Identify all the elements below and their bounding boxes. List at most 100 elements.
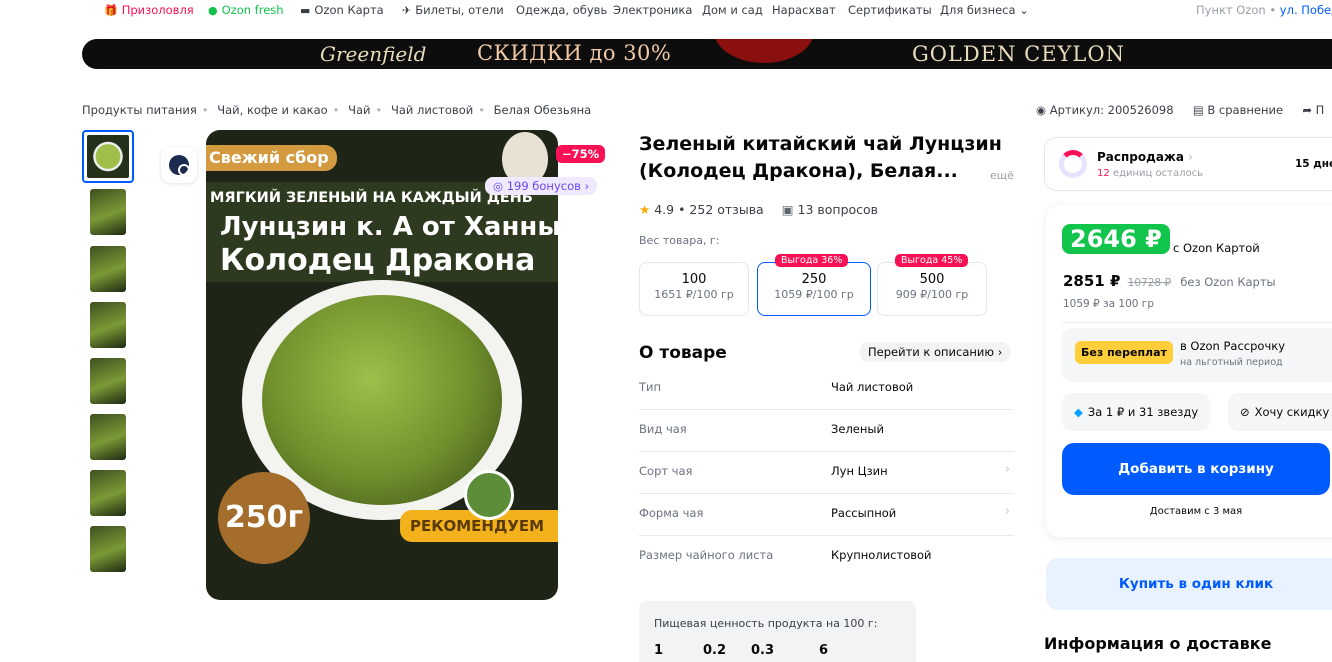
questions-link[interactable]: 13 вопросов — [798, 202, 879, 217]
rating-row: ★ 4.9 • 252 отзыва ▣ 13 вопросов — [639, 202, 878, 217]
nutrition-value: 0.2 — [703, 643, 727, 658]
gallery-thumbnail[interactable] — [90, 189, 126, 235]
want-discount-chip[interactable]: ⊘ Хочу скидку — [1228, 393, 1332, 431]
weight-option-250[interactable]: Выгода 36% 250 1059 ₽/100 гр — [757, 254, 871, 316]
nav-item-bestsellers[interactable]: Нарасхват — [772, 3, 836, 17]
gallery-thumbnail[interactable] — [90, 526, 126, 572]
nutrition-value: 0.3 — [751, 643, 775, 658]
divider — [1062, 322, 1332, 323]
banner-sale: СКИДКИ до 30% — [477, 41, 672, 65]
compare-button[interactable]: В сравнение — [1207, 103, 1283, 117]
breadcrumb-item[interactable]: Чай — [348, 103, 370, 117]
weight-option-500[interactable]: Выгода 45% 500 909 ₽/100 гр — [877, 254, 987, 316]
old-price: 10728 ₽ — [1127, 277, 1172, 289]
apple-icon: ● — [208, 4, 218, 17]
share-button[interactable]: П — [1316, 103, 1325, 117]
nav-item-promo[interactable]: 🎁 Призоловля — [104, 3, 194, 17]
price-per-100g: 1059 ₽ за 100 гр — [1063, 298, 1154, 310]
breadcrumb: Продукты питания • Чай, кофе и какао • Чай… — [82, 103, 592, 117]
gallery-thumbnail[interactable] — [90, 414, 126, 460]
go-to-description-button[interactable]: Перейти к описанию › — [860, 342, 1011, 362]
gallery-thumbnail[interactable] — [90, 246, 126, 292]
star-icon: ★ — [639, 202, 651, 217]
spec-row[interactable]: Форма чая Рассыпной › — [639, 494, 1014, 536]
banner-brand: Greenfield — [320, 42, 427, 66]
price-with-card: 2646 ₽ — [1062, 224, 1170, 254]
image-caption-line2: Лунцзин к. А от Ханны — [220, 212, 558, 242]
chevron-right-icon: › — [584, 179, 590, 193]
weight-option-100[interactable]: 100 1651 ₽/100 гр — [639, 262, 749, 316]
sale-stock: 12 единиц осталось — [1097, 168, 1203, 179]
sale-progress-icon — [1059, 150, 1087, 178]
gallery-thumbnail[interactable] — [90, 302, 126, 348]
copy-icon[interactable]: ◉ — [1036, 103, 1046, 117]
gallery-thumbnail[interactable] — [90, 470, 126, 516]
gallery-thumbnail[interactable] — [90, 358, 126, 404]
weight-discount-badge: Выгода 36% — [775, 254, 849, 267]
add-to-cart-button[interactable]: Добавить в корзину — [1062, 443, 1330, 495]
sale-days: 15 дней — [1295, 158, 1332, 170]
nav-item-home-garden[interactable]: Дом и сад — [702, 3, 763, 17]
breadcrumb-item[interactable]: Белая Обезьяна — [494, 103, 592, 117]
diamond-icon: ◆ — [1074, 405, 1083, 419]
price-card: 2646 ₽ с Ozon Картой 2851 ₽ 10728 ₽ без … — [1046, 205, 1332, 537]
product-main-image[interactable]: Свежий сбор МЯГКИЙ ЗЕЛЕНЫЙ НА КАЖДЫЙ ДЕН… — [206, 130, 558, 600]
card-icon: ▬ — [300, 4, 311, 17]
weight-discount-badge: Выгода 45% — [895, 254, 969, 267]
breadcrumb-item[interactable]: Чай листовой — [391, 103, 473, 117]
title-more-link[interactable]: ещё — [990, 169, 1014, 182]
gift-icon: 🎁 — [104, 4, 118, 17]
nav-item-tickets[interactable]: ✈ Билеты, отели — [402, 3, 504, 17]
chevron-right-icon: › — [997, 345, 1003, 359]
product-meta: ◉ Артикул: 200526098 ▤ В сравнение ➦ П — [1036, 103, 1324, 117]
image-search-button[interactable] — [161, 147, 197, 183]
nutrition-panel: Пищевая ценность продукта на 100 г: 1 0.… — [639, 601, 916, 662]
delivery-date: Доставим с 3 мая — [1149, 506, 1243, 517]
banner-product: GOLDEN CEYLON — [912, 42, 1125, 66]
pickup-point[interactable]: Пункт Ozon • ул. Побед — [1196, 3, 1332, 17]
nav-item-ozon-card[interactable]: ▬ Ozon Карта — [300, 3, 384, 17]
breadcrumb-item[interactable]: Продукты питания — [82, 103, 197, 117]
installment-tag: Без переплат — [1075, 341, 1173, 364]
tea-leaves — [262, 295, 502, 505]
image-tag-fresh: Свежий сбор — [206, 145, 337, 171]
nutrition-title: Пищевая ценность продукта на 100 г: — [654, 617, 878, 630]
spec-row: Вид чая Зеленый — [639, 410, 1014, 452]
product-title: Зеленый китайский чай Лунцзин (Колодец Д… — [639, 133, 1002, 182]
question-icon: ▣ — [781, 202, 794, 217]
nav-item-business[interactable]: Для бизнеса ⌄ — [940, 3, 1029, 17]
nutrition-value: 1 — [654, 643, 664, 658]
promo-banner[interactable]: Greenfield СКИДКИ до 30% GOLDEN CEYLON — [82, 39, 1332, 69]
spec-row: Тип Чай листовой — [639, 368, 1014, 410]
spec-row: Размер чайного листа Крупнолистовой — [639, 548, 932, 562]
spec-row[interactable]: Сорт чая Лун Цзин › — [639, 452, 1014, 494]
chevron-right-icon: › — [1004, 504, 1010, 519]
share-icon: ➦ — [1302, 103, 1312, 117]
delivery-info-heading: Информация о доставке — [1044, 634, 1272, 653]
chevron-right-icon: › — [1004, 462, 1010, 477]
stars-offer-chip[interactable]: ◆ За 1 ₽ и 31 звезду — [1062, 393, 1211, 431]
discount-badge: −75% — [556, 145, 606, 163]
nav-item-electronics[interactable]: Электроника — [613, 3, 692, 17]
buy-one-click-button[interactable]: Купить в один клик — [1046, 558, 1332, 610]
article-number[interactable]: Артикул: 200526098 — [1050, 103, 1174, 117]
top-navigation: 🎁 Призоловля ● Ozon fresh ▬ Ozon Карта ✈ Бил… — [0, 0, 1332, 22]
reviews-link[interactable]: 4.9 • 252 отзыва — [654, 202, 764, 217]
image-weight-badge: 250г — [218, 472, 310, 564]
breadcrumb-item[interactable]: Чай, кофе и какао — [217, 103, 327, 117]
compare-icon: ▤ — [1192, 103, 1204, 117]
nav-item-certificates[interactable]: Сертификаты — [848, 3, 932, 17]
sale-card[interactable]: Распродажа › 12 единиц осталось 15 дней — [1044, 137, 1332, 191]
image-caption-line3: Колодец Дракона — [220, 243, 536, 278]
gallery-thumbnail[interactable] — [82, 130, 134, 183]
installment-offer[interactable]: Без переплат в Ozon Рассрочку на льготны… — [1062, 328, 1332, 382]
nutrition-value: 6 — [819, 643, 829, 658]
bonus-badge[interactable]: ◎ 199 бонусов › — [485, 177, 598, 195]
sale-title: Распродажа — [1097, 150, 1184, 164]
nav-item-clothing[interactable]: Одежда, обувь — [516, 3, 607, 17]
brand-logo — [464, 470, 514, 520]
nav-item-ozon-fresh[interactable]: ● Ozon fresh — [208, 3, 284, 17]
price-without-card: 2851 ₽ 10728 ₽ без Ozon Карты — [1063, 272, 1276, 290]
plane-icon: ✈ — [402, 4, 412, 17]
chevron-down-icon: ⌄ — [1019, 3, 1029, 17]
